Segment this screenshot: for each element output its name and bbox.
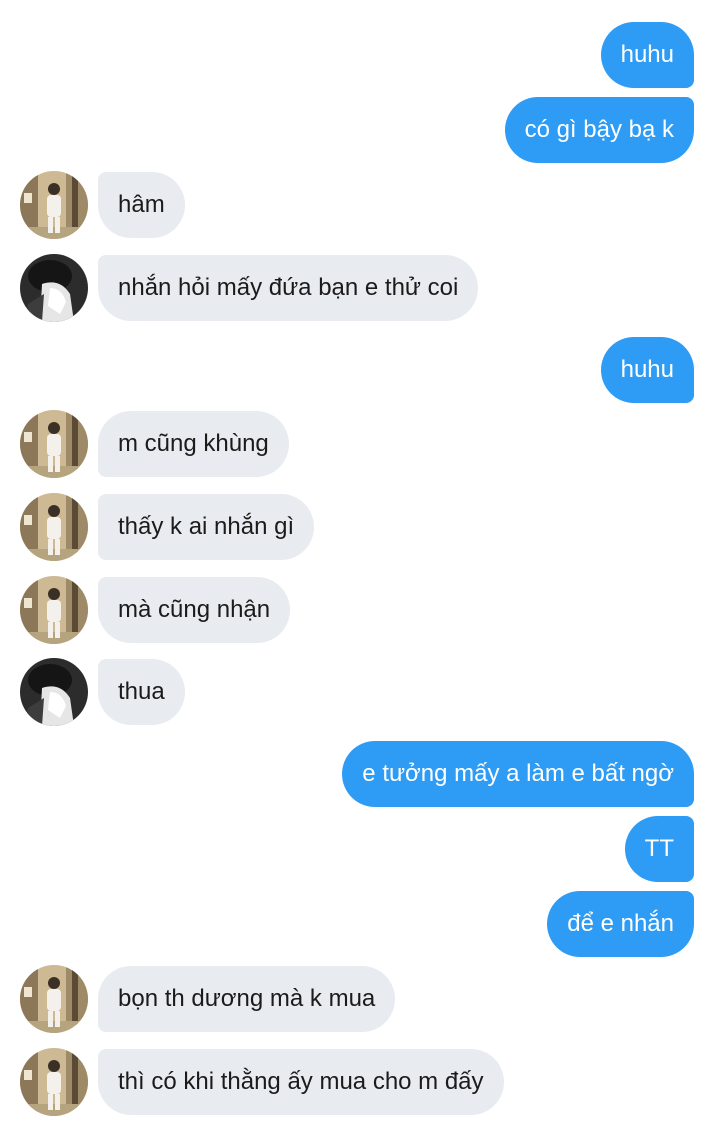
hallway-person-avatar-icon[interactable]	[20, 576, 88, 644]
message-bubble[interactable]: e tưởng mấy a làm e bất ngờ	[342, 741, 694, 807]
outgoing-message[interactable]: có gì bậy bạ k	[504, 97, 694, 163]
incoming-message[interactable]: thua	[98, 659, 185, 725]
message-text: nhắn hỏi mấy đứa bạn e thử coi	[118, 274, 459, 301]
dark-face-avatar-icon[interactable]	[20, 658, 88, 726]
outgoing-message[interactable]: huhu	[600, 337, 694, 403]
message-text: thấy k ai nhắn gì	[118, 513, 295, 540]
message-text: bọn th dương mà k mua	[118, 985, 376, 1012]
message-bubble[interactable]: để e nhắn	[547, 891, 694, 957]
message-text: có gì bậy bạ k	[524, 116, 674, 143]
message-text: để e nhắn	[567, 910, 674, 937]
message-bubble[interactable]: bọn th dương mà k mua	[98, 966, 396, 1032]
message-bubble[interactable]: hâm	[98, 172, 185, 238]
message-bubble[interactable]: có gì bậy bạ k	[504, 97, 694, 163]
message-text: m cũng khùng	[118, 430, 269, 457]
message-text: thua	[118, 678, 165, 705]
message-bubble[interactable]: thấy k ai nhắn gì	[98, 494, 315, 560]
incoming-message[interactable]: nhắn hỏi mấy đứa bạn e thử coi	[98, 255, 479, 321]
hallway-person-avatar-icon[interactable]	[20, 1048, 88, 1116]
incoming-message[interactable]: m cũng khùng	[98, 411, 289, 477]
incoming-message[interactable]: thì có khi thằng ấy mua cho m đấy	[98, 1049, 504, 1115]
message-bubble[interactable]: thì có khi thằng ấy mua cho m đấy	[98, 1049, 504, 1115]
message-bubble[interactable]: nhắn hỏi mấy đứa bạn e thử coi	[98, 255, 479, 321]
message-text: huhu	[620, 41, 674, 68]
incoming-message[interactable]: thấy k ai nhắn gì	[98, 494, 315, 560]
hallway-person-avatar-icon[interactable]	[20, 410, 88, 478]
message-text: hâm	[118, 191, 165, 218]
outgoing-message[interactable]: huhu	[600, 22, 694, 88]
message-text: e tưởng mấy a làm e bất ngờ	[362, 760, 674, 787]
message-bubble[interactable]: TT	[624, 816, 694, 882]
message-bubble[interactable]: m cũng khùng	[98, 411, 289, 477]
message-bubble[interactable]: mà cũng nhận	[98, 577, 291, 643]
message-text: TT	[644, 835, 674, 862]
incoming-message[interactable]: hâm	[98, 172, 185, 238]
message-bubble[interactable]: huhu	[600, 22, 694, 88]
dark-face-avatar-icon[interactable]	[20, 254, 88, 322]
outgoing-message[interactable]: để e nhắn	[547, 891, 694, 957]
hallway-person-avatar-icon[interactable]	[20, 171, 88, 239]
outgoing-message[interactable]: TT	[624, 816, 694, 882]
message-text: mà cũng nhận	[118, 596, 271, 623]
hallway-person-avatar-icon[interactable]	[20, 493, 88, 561]
chat-thread: huhu có gì bậy bạ k hâm nhắn hỏi mấy đứa…	[0, 0, 712, 1128]
outgoing-message[interactable]: e tưởng mấy a làm e bất ngờ	[342, 741, 694, 807]
message-text: huhu	[620, 356, 674, 383]
hallway-person-avatar-icon[interactable]	[20, 965, 88, 1033]
message-text: thì có khi thằng ấy mua cho m đấy	[118, 1068, 484, 1095]
incoming-message[interactable]: mà cũng nhận	[98, 577, 291, 643]
message-bubble[interactable]: thua	[98, 659, 185, 725]
message-bubble[interactable]: huhu	[600, 337, 694, 403]
incoming-message[interactable]: bọn th dương mà k mua	[98, 966, 396, 1032]
